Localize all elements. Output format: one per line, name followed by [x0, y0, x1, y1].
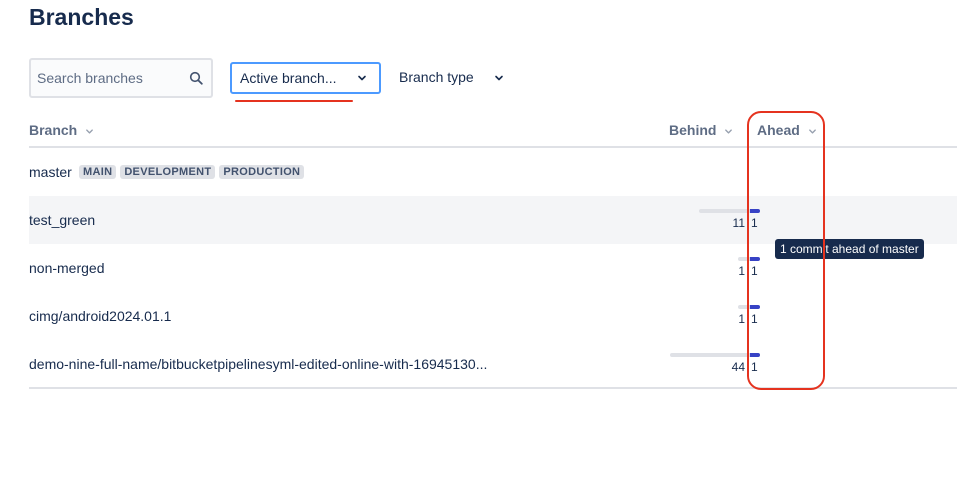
lozenge-production: PRODUCTION — [219, 165, 305, 179]
table-bottom-divider — [29, 387, 957, 389]
table-row[interactable]: demo-nine-full-name/bitbucketpipelinesym… — [29, 340, 957, 388]
branch-name-link[interactable]: cimg/android2024.01.1 — [29, 308, 171, 324]
lozenge-development: DEVELOPMENT — [120, 165, 216, 179]
ahead-bar[interactable] — [750, 209, 760, 213]
chevron-down-icon — [358, 75, 366, 81]
column-header-label: Branch — [29, 122, 78, 138]
branch-name-link[interactable]: non-merged — [29, 260, 105, 276]
ahead-count: 1 — [751, 360, 758, 374]
column-header-label: Behind — [669, 122, 717, 138]
sort-chevron-icon — [808, 129, 816, 134]
count-divider — [747, 313, 748, 325]
behind-count: 1 — [738, 264, 745, 278]
lozenge-main: MAIN — [79, 165, 117, 179]
ahead-bar[interactable] — [750, 257, 760, 261]
count-divider — [747, 265, 748, 277]
behind-count: 44 — [731, 360, 745, 374]
sort-chevron-icon — [86, 129, 93, 134]
ahead-bar[interactable] — [750, 305, 760, 309]
count-divider — [747, 361, 748, 373]
branch-status-dropdown[interactable]: Active branch... — [230, 62, 381, 94]
behind-count: 11 — [732, 216, 745, 230]
search-input[interactable] — [37, 68, 187, 88]
behind-bar — [699, 209, 750, 213]
sort-chevron-icon — [725, 129, 733, 134]
branch-lozenges: MAIN DEVELOPMENT PRODUCTION — [79, 165, 305, 179]
ahead-count: 1 — [751, 216, 758, 230]
branch-name-link[interactable]: demo-nine-full-name/bitbucketpipelinesym… — [29, 356, 487, 372]
table-row[interactable]: test_green 11 1 — [29, 196, 957, 244]
column-header-branch[interactable]: Branch — [29, 122, 94, 138]
branch-name-link[interactable]: master — [29, 164, 72, 180]
behind-bar — [738, 305, 750, 309]
table-row[interactable]: cimg/android2024.01.1 1 1 — [29, 292, 957, 340]
ahead-tooltip: 1 commit ahead of master — [775, 239, 924, 259]
page-title: Branches — [29, 4, 134, 30]
branch-type-dropdown[interactable]: Branch type — [392, 62, 512, 94]
ahead-count: 1 — [751, 264, 758, 278]
behind-bar — [670, 353, 750, 357]
ahead-count: 1 — [751, 312, 758, 326]
branch-type-label: Branch type — [399, 69, 474, 85]
behind-bar — [738, 257, 750, 261]
branch-status-label: Active branch... — [240, 70, 337, 86]
column-header-behind[interactable]: Behind — [669, 122, 733, 138]
annotation-underline — [235, 100, 353, 102]
behind-count: 1 — [738, 312, 745, 326]
search-branches-field[interactable] — [29, 58, 213, 98]
branch-name-link[interactable]: test_green — [29, 212, 95, 228]
table-row[interactable]: master MAIN DEVELOPMENT PRODUCTION — [29, 148, 957, 196]
chevron-down-icon — [495, 75, 503, 81]
column-header-ahead[interactable]: Ahead — [757, 122, 817, 138]
search-icon — [189, 71, 203, 85]
column-header-label: Ahead — [757, 122, 800, 138]
ahead-bar[interactable] — [750, 353, 760, 357]
count-divider — [747, 217, 748, 229]
